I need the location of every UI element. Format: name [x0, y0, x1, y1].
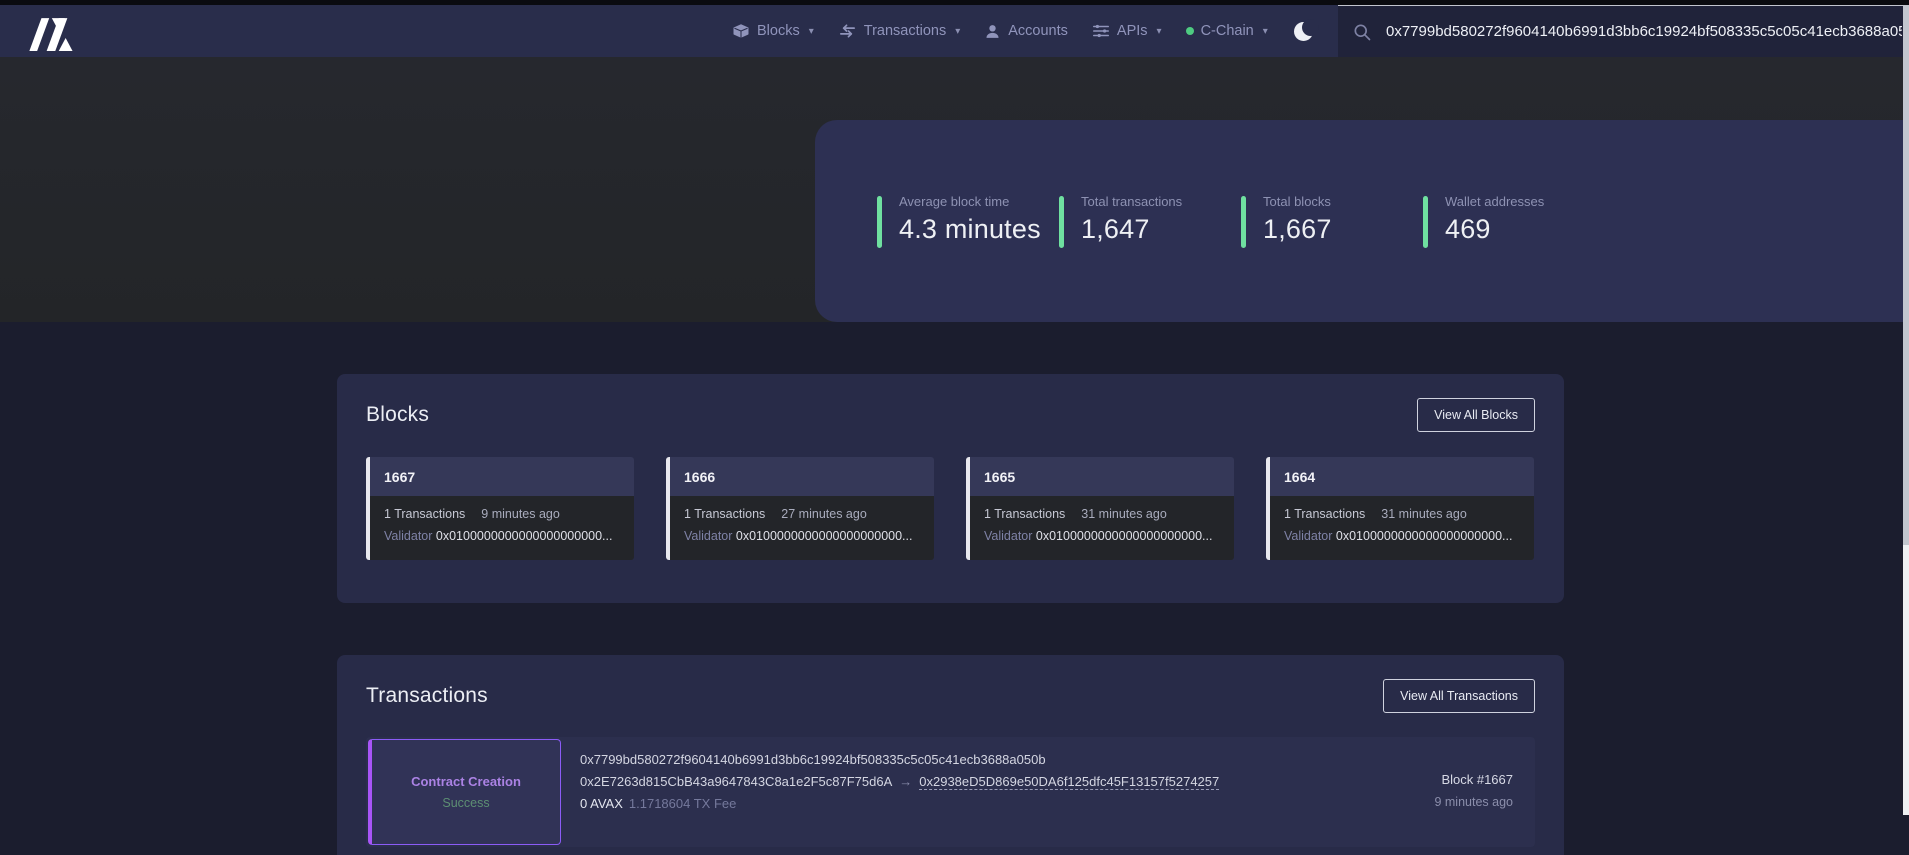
blocks-section-title: Blocks	[366, 403, 429, 427]
stat-accent-bar	[1423, 196, 1428, 248]
stat-value: 4.3 minutes	[899, 214, 1041, 245]
transaction-type-badge[interactable]: Contract Creation Success	[368, 739, 561, 845]
arrow-right-icon: →	[892, 774, 919, 789]
stat-label: Total transactions	[1081, 194, 1182, 209]
network-stats-card: Average block time 4.3 minutes Total tra…	[815, 120, 1909, 322]
block-number: 1665	[970, 457, 1234, 496]
block-number: 1664	[1270, 457, 1534, 496]
transactions-section-title: Transactions	[366, 684, 488, 708]
transaction-block-link[interactable]: Block #1667	[1434, 769, 1513, 791]
nav-label: C-Chain	[1201, 23, 1254, 39]
block-tx-count: 1 Transactions	[684, 507, 765, 521]
search-value: 0x7799bd580272f9604140b6991d3bb6c19924bf…	[1386, 23, 1902, 40]
stat-label: Average block time	[899, 194, 1041, 209]
nav-menu: Blocks ▾ Transactions ▾ Accounts	[732, 5, 1316, 57]
stat-wallet-addresses: Wallet addresses 469	[1423, 194, 1605, 248]
search-input[interactable]: 0x7799bd580272f9604140b6991d3bb6c19924bf…	[1338, 5, 1904, 57]
block-card-1665[interactable]: 1665 1 Transactions 31 minutes ago Valid…	[966, 457, 1234, 560]
validator-label: Validator	[984, 529, 1032, 543]
validator-label: Validator	[684, 529, 732, 543]
scrollbar-thumb[interactable]	[1903, 5, 1909, 545]
transaction-fee: 1.1718604 TX Fee	[623, 796, 736, 811]
person-icon	[984, 23, 1001, 40]
chevron-down-icon: ▾	[809, 26, 814, 37]
nav-item-c-chain[interactable]: C-Chain ▾	[1186, 23, 1268, 39]
nav-label: Accounts	[1008, 23, 1068, 39]
search-icon	[1352, 22, 1372, 42]
block-age: 31 minutes ago	[1381, 507, 1466, 521]
block-tx-count: 1 Transactions	[1284, 507, 1365, 521]
transactions-section: Transactions View All Transactions Contr…	[337, 655, 1564, 855]
stat-value: 1,667	[1263, 214, 1332, 245]
stat-label: Wallet addresses	[1445, 194, 1544, 209]
stat-total-blocks: Total blocks 1,667	[1241, 194, 1423, 248]
validator-address: 0x0100000000000000000000...	[736, 529, 913, 543]
nav-item-accounts[interactable]: Accounts	[984, 23, 1068, 40]
transaction-hash-link[interactable]: 0x7799bd580272f9604140b6991d3bb6c19924bf…	[580, 749, 1219, 771]
theme-toggle-moon-icon[interactable]	[1294, 20, 1316, 42]
stat-label: Total blocks	[1263, 194, 1332, 209]
block-age: 9 minutes ago	[481, 507, 560, 521]
stat-average-block-time: Average block time 4.3 minutes	[877, 194, 1059, 248]
block-age: 31 minutes ago	[1081, 507, 1166, 521]
avalanche-logo-icon[interactable]	[28, 13, 86, 51]
nav-label: Transactions	[864, 23, 946, 39]
block-list: 1667 1 Transactions 9 minutes ago Valida…	[366, 457, 1534, 560]
block-number: 1667	[370, 457, 634, 496]
validator-address: 0x0100000000000000000000...	[1036, 529, 1213, 543]
scrollbar-track[interactable]	[1903, 5, 1909, 815]
chain-status-dot-icon	[1186, 27, 1194, 35]
chevron-down-icon: ▾	[1263, 26, 1268, 37]
validator-address: 0x0100000000000000000000...	[1336, 529, 1513, 543]
stat-value: 469	[1445, 214, 1544, 245]
nav-label: APIs	[1117, 23, 1148, 39]
transaction-type: Contract Creation	[411, 774, 521, 789]
chevron-down-icon: ▾	[1157, 26, 1162, 37]
sliders-icon	[1092, 23, 1110, 39]
stat-accent-bar	[1241, 196, 1246, 248]
validator-address: 0x0100000000000000000000...	[436, 529, 613, 543]
validator-label: Validator	[1284, 529, 1332, 543]
stat-value: 1,647	[1081, 214, 1182, 245]
validator-label: Validator	[384, 529, 432, 543]
stat-accent-bar	[877, 196, 882, 248]
transaction-amount: 0 AVAX	[580, 796, 623, 811]
transaction-row[interactable]: Contract Creation Success 0x7799bd580272…	[366, 737, 1535, 847]
block-age: 27 minutes ago	[781, 507, 866, 521]
transaction-status: Success	[442, 796, 489, 810]
blocks-section: Blocks View All Blocks 1667 1 Transactio…	[337, 374, 1564, 603]
nav-label: Blocks	[757, 23, 800, 39]
view-all-transactions-button[interactable]: View All Transactions	[1383, 679, 1535, 713]
stat-accent-bar	[1059, 196, 1064, 248]
block-card-1666[interactable]: 1666 1 Transactions 27 minutes ago Valid…	[666, 457, 934, 560]
to-address-link[interactable]: 0x2938eD5D869e50DA6f125dfc45F13157f52742…	[919, 774, 1219, 790]
swap-icon	[838, 23, 857, 39]
chevron-down-icon: ▾	[955, 26, 960, 37]
nav-item-blocks[interactable]: Blocks ▾	[732, 22, 814, 40]
block-card-1664[interactable]: 1664 1 Transactions 31 minutes ago Valid…	[1266, 457, 1534, 560]
nav-item-transactions[interactable]: Transactions ▾	[838, 23, 961, 39]
nav-item-apis[interactable]: APIs ▾	[1092, 23, 1162, 39]
from-address[interactable]: 0x2E7263d815CbB43a9647843C8a1e2F5c87F75d…	[580, 774, 892, 789]
transaction-age: 9 minutes ago	[1434, 791, 1513, 813]
view-all-blocks-button[interactable]: View All Blocks	[1417, 398, 1535, 432]
block-number: 1666	[670, 457, 934, 496]
block-tx-count: 1 Transactions	[984, 507, 1065, 521]
block-card-1667[interactable]: 1667 1 Transactions 9 minutes ago Valida…	[366, 457, 634, 560]
stats-row: Average block time 4.3 minutes Total tra…	[877, 194, 1605, 248]
block-tx-count: 1 Transactions	[384, 507, 465, 521]
stat-total-transactions: Total transactions 1,647	[1059, 194, 1241, 248]
cube-icon	[732, 22, 750, 40]
